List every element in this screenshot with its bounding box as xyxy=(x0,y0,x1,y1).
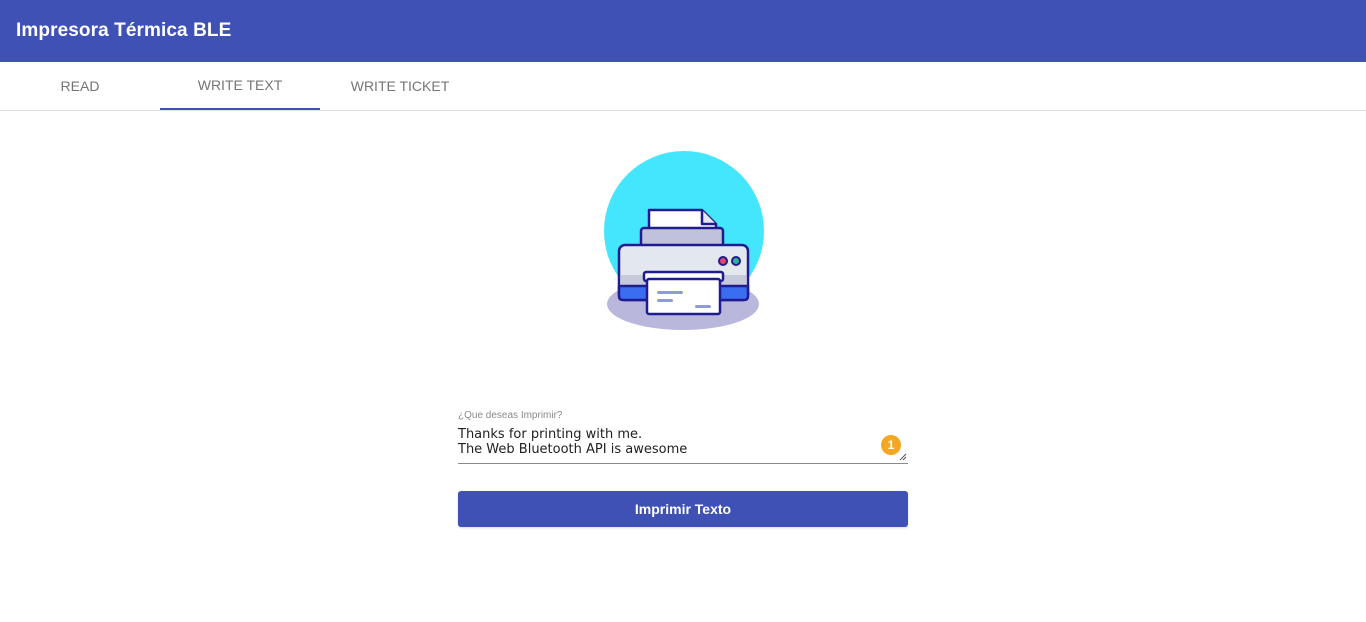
tab-write-text[interactable]: WRITE TEXT xyxy=(160,62,320,110)
tab-write-ticket[interactable]: WRITE TICKET xyxy=(320,62,480,110)
print-text-line-1: Thanks for printing with me. xyxy=(458,427,643,442)
extension-badge[interactable]: 1 xyxy=(881,435,901,455)
app-title: Impresora Térmica BLE xyxy=(16,20,232,41)
print-text-field: ¿Que deseas Imprimir? Thanks for printin… xyxy=(458,410,908,466)
tab-bar: READ WRITE TEXT WRITE TICKET xyxy=(0,62,1366,111)
tab-read[interactable]: READ xyxy=(0,62,160,110)
print-text-line-2: The Web Bluetooth API is awesome xyxy=(458,442,688,457)
app-bar: Impresora Térmica BLE xyxy=(0,0,1366,62)
print-text-label: ¿Que deseas Imprimir? xyxy=(458,410,563,421)
paper-output xyxy=(645,277,722,316)
resize-handle-icon[interactable] xyxy=(899,453,907,461)
printer-illustration-icon xyxy=(600,148,770,338)
print-text-input[interactable]: Thanks for printing with me. The Web Blu… xyxy=(458,427,908,464)
print-text-button[interactable]: Imprimir Texto xyxy=(458,491,908,527)
